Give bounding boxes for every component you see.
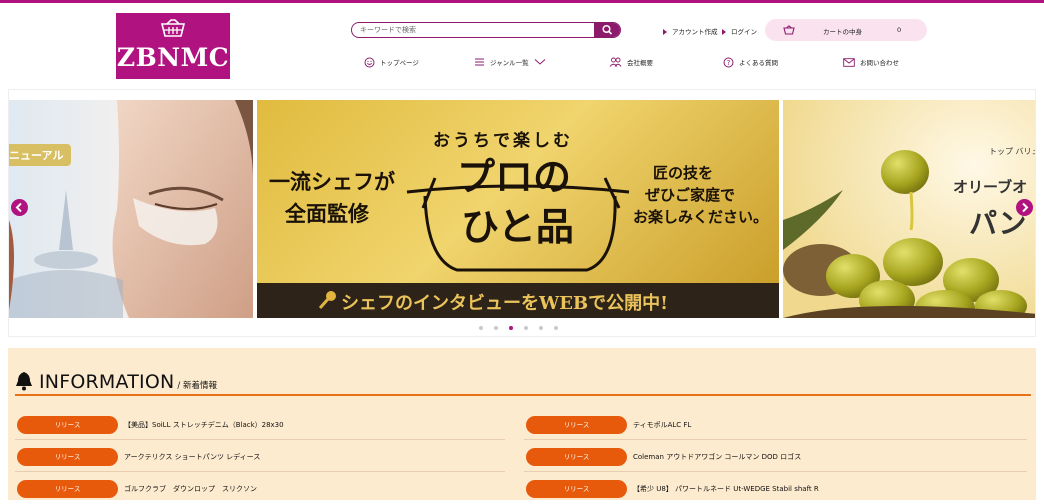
nav-genre-list[interactable]: ジャンル一覧: [474, 56, 546, 68]
news-title: アークテリクス ショートパンツ レディース: [124, 453, 261, 461]
chevron-right-icon: [1022, 202, 1029, 213]
logo-cart-icon: [160, 19, 186, 37]
slide-skincare[interactable]: ニューアル: [9, 100, 253, 318]
release-badge: リリース: [526, 480, 627, 498]
chevron-down-icon: [534, 59, 546, 65]
news-divider: [15, 439, 505, 440]
chef-right3: お楽しみください。: [633, 208, 769, 226]
release-badge: リリース: [17, 480, 118, 498]
cart-button[interactable]: カートの中身 0: [765, 19, 927, 41]
information-divider: [15, 394, 1031, 396]
news-item[interactable]: リリース ティモポルALC FL: [524, 409, 1027, 440]
triangle-icon: [663, 29, 667, 35]
news-item[interactable]: リリース アークテリクス ショートパンツ レディース: [15, 441, 505, 472]
news-title: Coleman アウトドアワゴン コールマン DOD ロゴス: [633, 453, 802, 461]
nav-faq[interactable]: ? よくある質問: [723, 56, 778, 68]
slider-next-button[interactable]: [1016, 199, 1033, 216]
slide-olive[interactable]: トップ バリュ オリーブオ パン: [783, 100, 1036, 318]
nav-top-page[interactable]: トップページ: [364, 56, 419, 68]
news-item[interactable]: リリース ゴルフクラブ ダウンロップ スリクソン: [15, 473, 505, 504]
release-badge: リリース: [17, 416, 118, 434]
chef-line2: 全面監修: [285, 201, 369, 226]
search-button[interactable]: [594, 23, 620, 37]
nav-contact[interactable]: お問い合わせ: [843, 56, 899, 68]
release-badge: リリース: [526, 448, 627, 466]
release-badge: リリース: [17, 448, 118, 466]
slider-dot[interactable]: [509, 326, 513, 330]
chef-right1: 匠の技を: [653, 164, 714, 182]
svg-text:?: ?: [727, 59, 731, 67]
triangle-icon: [722, 29, 726, 35]
news-item[interactable]: リリース 【希少 U8】 パワートルネード Ut-WEDGE Stabil sh…: [524, 473, 1027, 504]
news-title: 【希少 U8】 パワートルネード Ut-WEDGE Stabil shaft R: [633, 485, 819, 493]
news-item[interactable]: リリース 【美品】SoiLL ストレッチデニム（Black）28x30: [15, 409, 505, 440]
information-heading: INFORMATION / 新着情報: [15, 369, 217, 393]
slider-prev-button[interactable]: [11, 199, 28, 216]
chef-main1: プロの: [457, 154, 572, 199]
slider-dot[interactable]: [524, 326, 528, 330]
slider-dots: [479, 326, 558, 330]
menu-icon: [475, 58, 484, 66]
login-link[interactable]: ログイン: [722, 26, 757, 36]
olive-small-text: トップ バリュ: [989, 147, 1036, 156]
slider-dot[interactable]: [554, 326, 558, 330]
slider-dot[interactable]: [479, 326, 483, 330]
news-divider: [524, 471, 1027, 472]
search-input[interactable]: [360, 23, 590, 36]
slider-dot[interactable]: [494, 326, 498, 330]
nav-company[interactable]: 会社概要: [609, 56, 653, 68]
olive-mid-text: オリーブオ: [953, 178, 1028, 196]
chef-line1: 一流シェフが: [269, 169, 395, 194]
smile-icon: [364, 57, 375, 67]
renewal-badge: ニューアル: [9, 144, 72, 166]
news-divider: [15, 471, 505, 472]
create-account-link[interactable]: アカウント作成: [663, 26, 718, 36]
mail-icon: [843, 57, 855, 67]
slider-dot[interactable]: [539, 326, 543, 330]
search-icon: [602, 24, 613, 35]
chef-main2: ひと品: [461, 204, 574, 249]
information-title: INFORMATION: [39, 371, 175, 393]
news-item[interactable]: リリース Coleman アウトドアワゴン コールマン DOD ロゴス: [524, 441, 1027, 472]
news-title: 【美品】SoiLL ストレッチデニム（Black）28x30: [124, 421, 284, 429]
chevron-left-icon: [15, 202, 22, 213]
news-title: ティモポルALC FL: [633, 421, 692, 429]
top-accent-bar: [0, 0, 1044, 3]
chef-right2: ぜひご家庭で: [645, 186, 736, 204]
cart-count: 0: [897, 26, 902, 34]
microphone-icon: [318, 291, 336, 309]
search-bar: [351, 22, 621, 38]
chef-interview-banner: シェフのインタビューをWEBで公開中!: [257, 283, 779, 318]
information-subtitle: / 新着情報: [177, 381, 217, 391]
question-icon: ?: [723, 57, 734, 67]
news-title: ゴルフクラブ ダウンロップ スリクソン: [124, 485, 257, 493]
slide-chef[interactable]: 一流シェフが 全面監修 おうちで楽しむ プロの ひと品 匠の技を ぜひご家庭で …: [257, 100, 779, 318]
logo-text: ZBNMC: [116, 43, 230, 72]
skincare-image: [9, 100, 253, 318]
site-logo[interactable]: ZBNMC: [116, 13, 230, 79]
news-divider: [524, 439, 1027, 440]
basket-icon: [783, 25, 795, 35]
bell-icon: [16, 372, 32, 391]
cart-label: カートの中身: [823, 28, 862, 36]
hero-slider: ニューアル 一流シェフが 全面監修 おうちで楽しむ プロの ひと品 匠の技を ぜ…: [8, 89, 1036, 337]
release-badge: リリース: [526, 416, 627, 434]
users-icon: [609, 57, 622, 67]
